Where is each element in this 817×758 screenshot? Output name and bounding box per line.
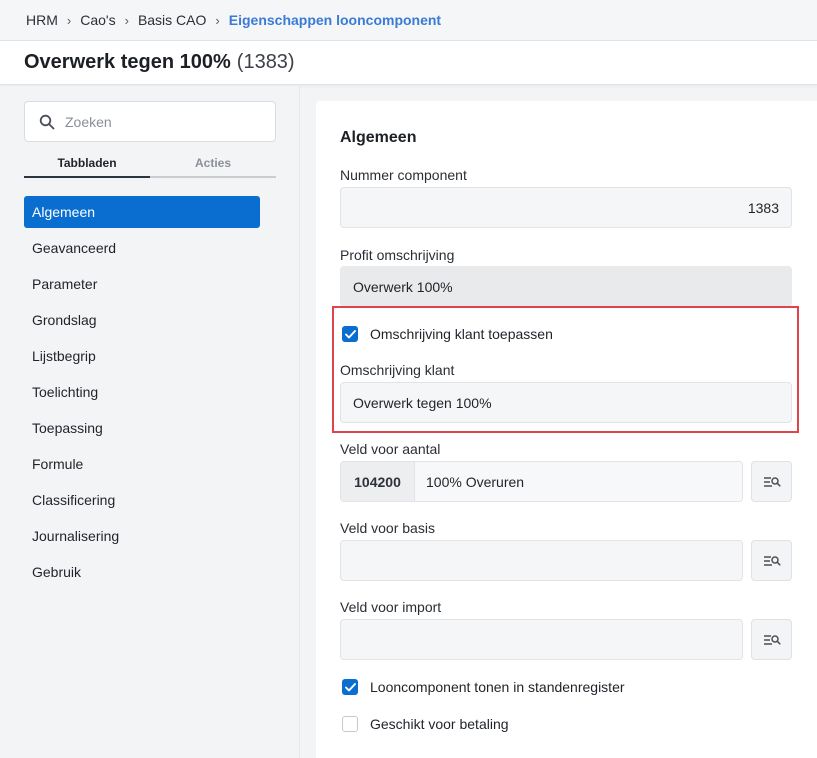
tab-acties[interactable]: Acties <box>150 156 276 178</box>
sidebar-item-toepassing[interactable]: Toepassing <box>24 412 260 444</box>
nummer-component-label: Nummer component <box>340 167 467 183</box>
form-panel: Algemeen Nummer component 1383 Profit om… <box>316 101 817 758</box>
lookup-list-icon <box>763 476 781 487</box>
breadcrumb: HRM › Cao's › Basis CAO › Eigenschappen … <box>0 0 817 41</box>
sidebar-item-parameter[interactable]: Parameter <box>24 268 260 300</box>
checkbox-checked[interactable] <box>342 679 358 695</box>
veld-voor-basis-lookup-button[interactable] <box>751 540 792 581</box>
sidebar-item-geavanceerd[interactable]: Geavanceerd <box>24 232 260 264</box>
sidebar-item-formule[interactable]: Formule <box>24 448 260 480</box>
geschikt-voor-betaling-label: Geschikt voor betaling <box>370 716 509 732</box>
chevron-right-icon: › <box>215 12 220 28</box>
chevron-right-icon: › <box>66 12 72 28</box>
lookup-list-icon <box>763 555 781 566</box>
sidebar-item-lijstbegrip[interactable]: Lijstbegrip <box>24 340 260 372</box>
sidebar-tabs: Tabbladen Acties <box>24 156 276 178</box>
veld-voor-basis-label: Veld voor basis <box>340 520 435 536</box>
veld-voor-aantal-description: 100% Overuren <box>415 462 742 501</box>
omschrijving-klant-label: Omschrijving klant <box>340 362 455 378</box>
omschrijving-klant-toepassen-checkbox[interactable]: Omschrijving klant toepassen <box>342 326 553 342</box>
page-title: Overwerk tegen 100% <box>24 51 231 73</box>
breadcrumb-item-basis-cao[interactable]: Basis CAO <box>138 12 206 28</box>
checkbox-checked[interactable] <box>342 326 358 342</box>
profit-omschrijving-label: Profit omschrijving <box>340 247 455 263</box>
breadcrumb-item-current: Eigenschappen looncomponent <box>228 12 442 28</box>
sidebar-item-algemeen[interactable]: Algemeen <box>24 196 260 228</box>
omschrijving-klant-toepassen-label: Omschrijving klant toepassen <box>370 326 553 342</box>
veld-voor-import-lookup-button[interactable] <box>751 619 792 660</box>
sidebar-item-classificering[interactable]: Classificering <box>24 484 260 516</box>
veld-voor-aantal-field[interactable]: 104200 100% Overuren <box>340 461 743 502</box>
sidebar-item-grondslag[interactable]: Grondslag <box>24 304 260 336</box>
tab-tabbladen[interactable]: Tabbladen <box>24 156 150 178</box>
page-header: Overwerk tegen 100% (1383) <box>0 41 817 85</box>
breadcrumb-item-hrm[interactable]: HRM <box>26 12 58 28</box>
search-icon <box>39 114 55 129</box>
page-title-id: (1383) <box>236 51 295 73</box>
sidebar-item-gebruik[interactable]: Gebruik <box>24 556 260 588</box>
breadcrumb-item-caos[interactable]: Cao's <box>80 12 115 28</box>
sidebar-item-toelichting[interactable]: Toelichting <box>24 376 260 408</box>
geschikt-voor-betaling-checkbox[interactable]: Geschikt voor betaling <box>342 716 509 732</box>
sidebar-item-journalisering[interactable]: Journalisering <box>24 520 260 552</box>
sidebar-nav: Algemeen Geavanceerd Parameter Grondslag… <box>24 196 260 592</box>
veld-voor-basis-field[interactable] <box>340 540 743 581</box>
lookup-list-icon <box>763 634 781 645</box>
nummer-component-field[interactable]: 1383 <box>340 187 792 228</box>
veld-voor-aantal-lookup-button[interactable] <box>751 461 792 502</box>
search-box[interactable] <box>24 101 276 142</box>
veld-voor-import-label: Veld voor import <box>340 599 442 615</box>
omschrijving-klant-field[interactable]: Overwerk tegen 100% <box>340 382 792 423</box>
section-title: Algemeen <box>340 129 417 146</box>
veld-voor-import-field[interactable] <box>340 619 743 660</box>
sidebar: Tabbladen Acties Algemeen Geavanceerd Pa… <box>0 86 300 758</box>
checkmark-icon <box>344 682 356 691</box>
chevron-right-icon: › <box>124 12 129 28</box>
profit-omschrijving-field: Overwerk 100% <box>340 266 792 307</box>
veld-voor-aantal-code: 104200 <box>341 462 415 501</box>
search-input[interactable] <box>65 113 265 130</box>
checkbox-unchecked[interactable] <box>342 716 358 732</box>
veld-voor-aantal-label: Veld voor aantal <box>340 441 441 457</box>
standenregister-label: Looncomponent tonen in standenregister <box>370 679 625 695</box>
checkmark-icon <box>344 329 356 338</box>
standenregister-checkbox[interactable]: Looncomponent tonen in standenregister <box>342 679 625 695</box>
